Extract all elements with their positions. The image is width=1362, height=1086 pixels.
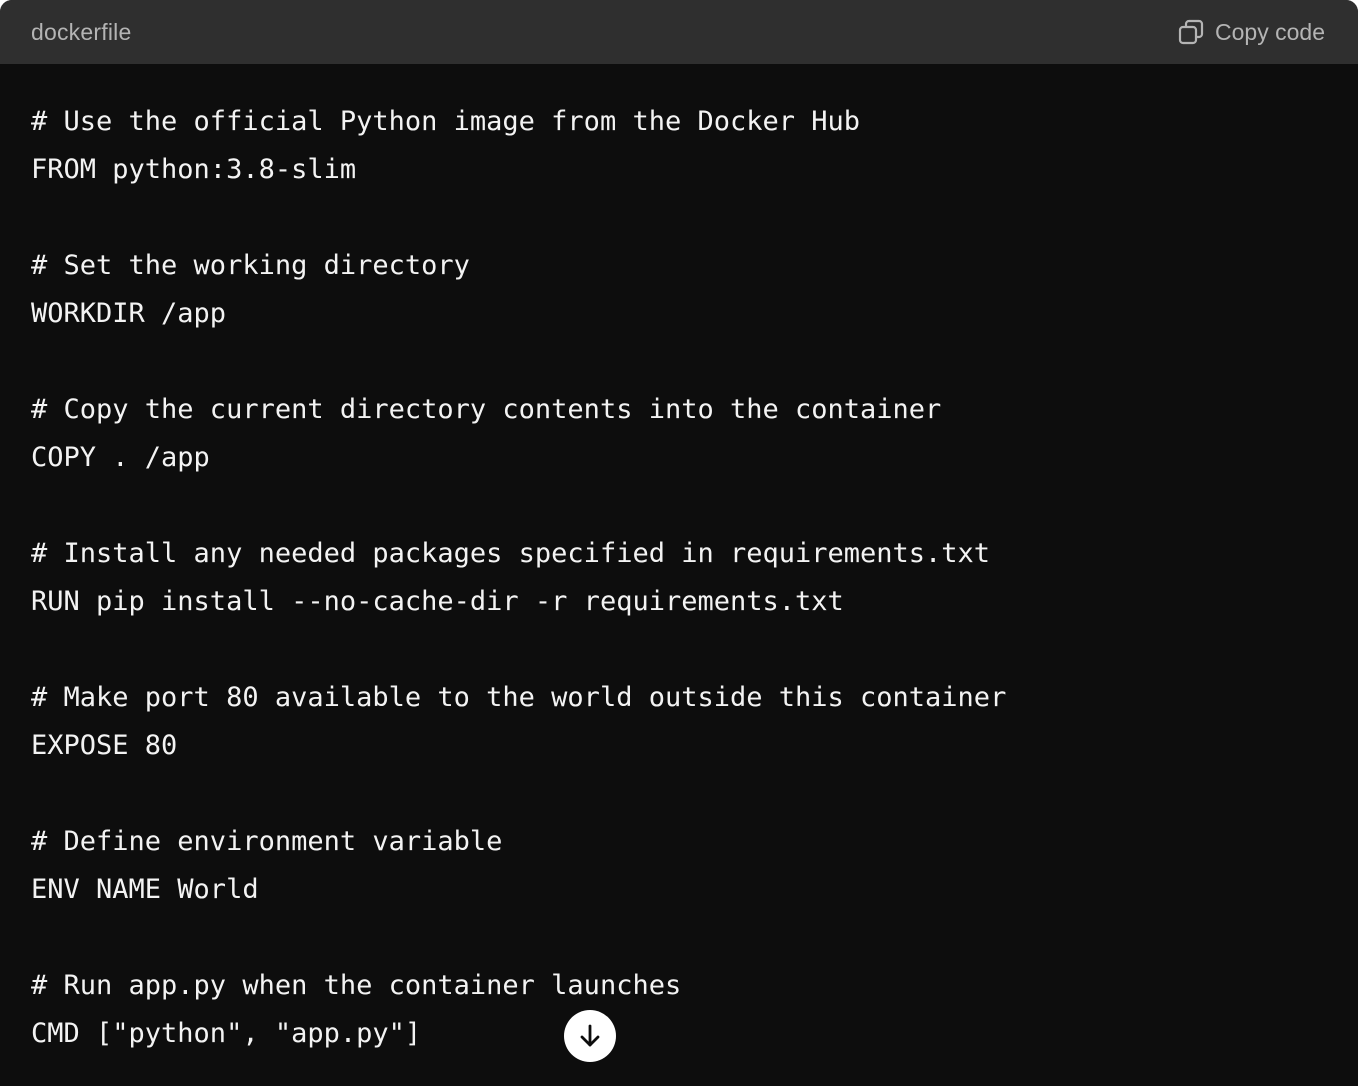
code-content: # Use the official Python image from the… [31,98,1006,1058]
copy-code-label: Copy code [1215,18,1325,45]
copy-icon [1177,18,1205,46]
code-block-header: dockerfile Copy code [0,0,1358,64]
code-line: # Define environment variable [31,826,503,857]
arrow-down-icon [575,1021,605,1051]
code-line: CMD ["python", "app.py"] [31,1018,422,1049]
code-line: FROM python:3.8-slim [31,154,357,185]
code-block: dockerfile Copy code # Use the official … [0,0,1358,1086]
code-line: COPY . /app [31,442,210,473]
copy-code-button[interactable]: Copy code [1177,18,1325,46]
code-line: # Use the official Python image from the… [31,106,861,137]
code-line: EXPOSE 80 [31,730,178,761]
code-line: RUN pip install --no-cache-dir -r requir… [31,586,844,617]
code-line: ENV NAME World [31,874,259,905]
code-language-label: dockerfile [31,18,132,45]
code-line: WORKDIR /app [31,298,227,329]
code-line: # Install any needed packages specified … [31,538,991,569]
scroll-to-bottom-button[interactable] [564,1010,616,1062]
code-line: # Set the working directory [31,250,470,281]
code-line: # Make port 80 available to the world ou… [31,682,1007,713]
code-line: # Copy the current directory contents in… [31,394,942,425]
code-line: # Run app.py when the container launches [31,970,682,1001]
